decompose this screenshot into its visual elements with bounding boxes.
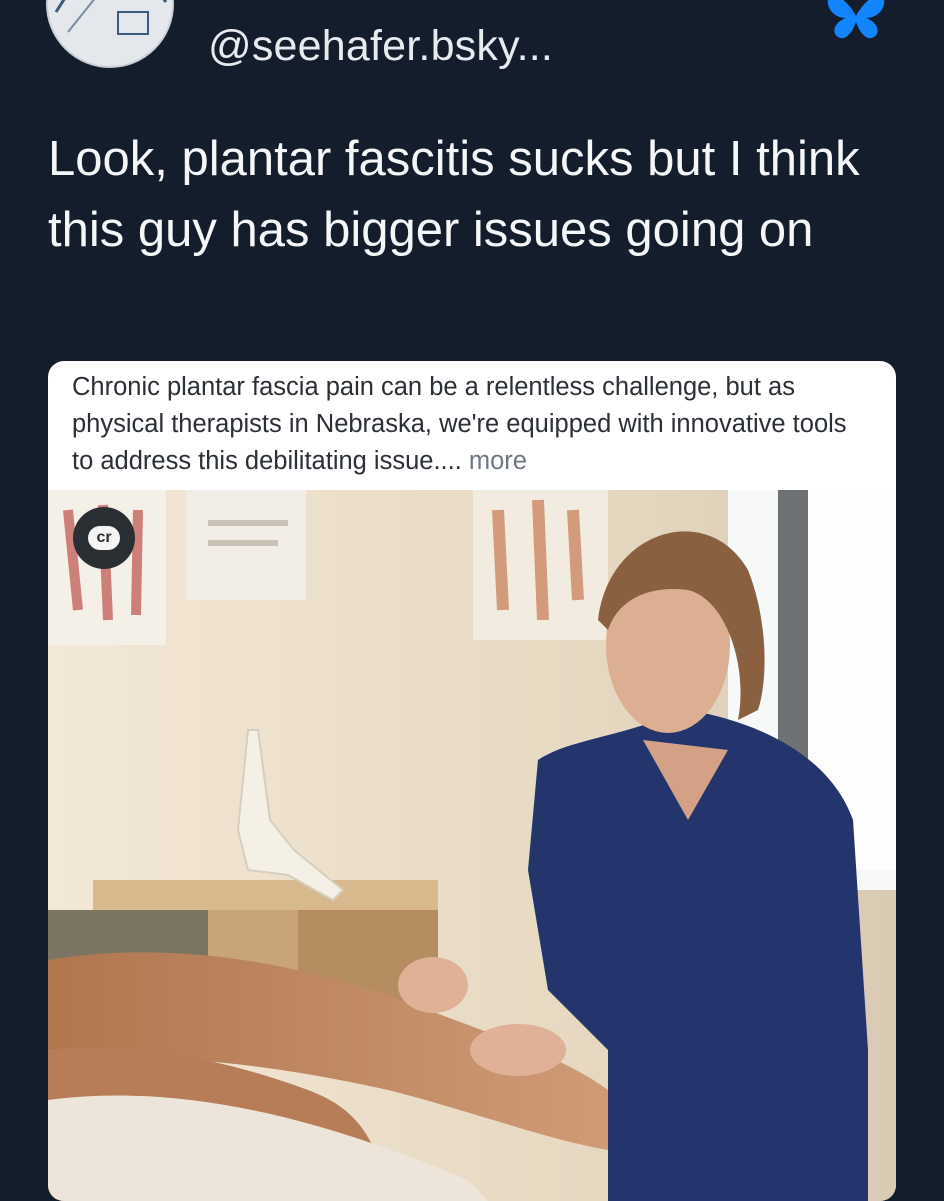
content-credentials-icon[interactable]: cr (73, 507, 135, 569)
author-handle[interactable]: @seehafer.bsky... (208, 22, 553, 71)
caption-text: Chronic plantar fascia pain can be a rel… (72, 373, 847, 475)
therapy-photo (48, 490, 896, 1201)
avatar[interactable] (46, 0, 174, 68)
embedded-post-card[interactable]: Chronic plantar fascia pain can be a rel… (48, 361, 896, 1201)
card-caption: Chronic plantar fascia pain can be a rel… (72, 369, 872, 480)
bluesky-butterfly-icon[interactable] (824, 0, 888, 40)
cr-badge-label: cr (88, 526, 120, 550)
post-text: Look, plantar fascitis sucks but I think… (48, 132, 860, 257)
more-link[interactable]: more (462, 447, 527, 475)
